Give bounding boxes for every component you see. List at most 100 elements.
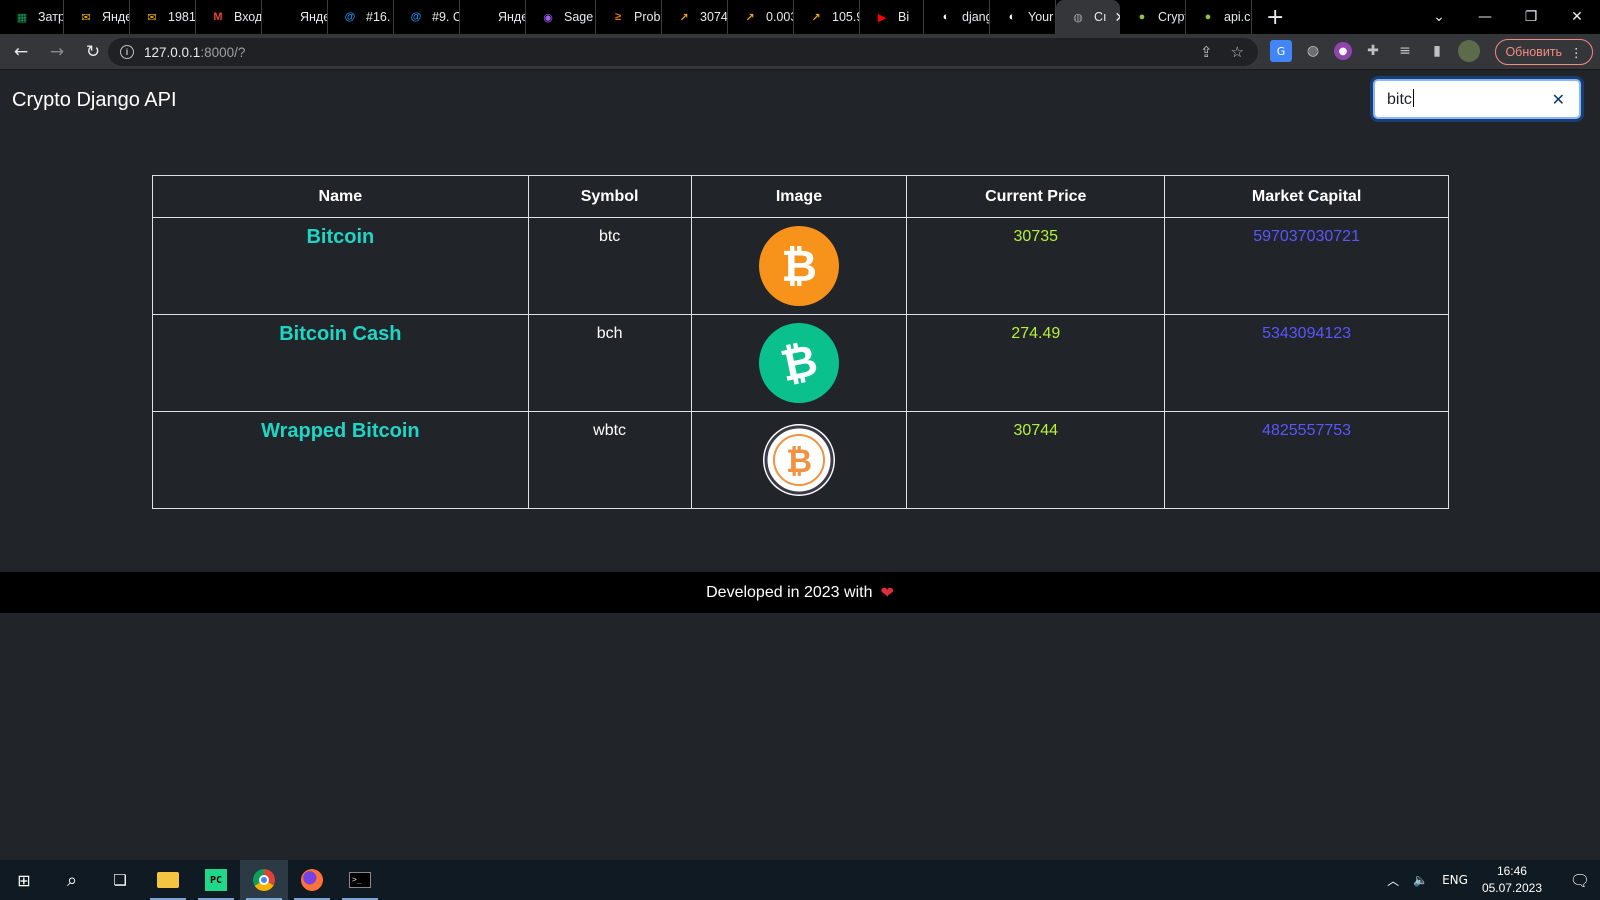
tab-label: 0.003 bbox=[766, 10, 793, 24]
volume-icon[interactable]: 🔈 bbox=[1413, 873, 1428, 887]
tab-label: 1981 bbox=[168, 10, 196, 24]
browser-tab[interactable]: ● api.cc bbox=[1186, 0, 1252, 34]
browser-tab[interactable]: ◍Cı✕ bbox=[1056, 0, 1120, 34]
browser-tab[interactable]: ● Crypt bbox=[1120, 0, 1186, 34]
forward-button[interactable]: → bbox=[42, 42, 72, 62]
tab-strip: ▦ Затра ✉ Яндек ✉ 1981 M Входя ∩ Яндек @ #16. (@ #9.… bbox=[0, 0, 1252, 34]
crypto-table: Name Symbol Image Current Price Market C… bbox=[152, 175, 1449, 509]
tab-label: djang bbox=[962, 10, 990, 24]
side-panel-icon[interactable]: ▮ bbox=[1426, 40, 1448, 62]
google-sheets-icon: ▦ bbox=[16, 11, 28, 24]
col-current-price: Current Price bbox=[906, 175, 1166, 218]
tab-label: Яндек bbox=[300, 10, 327, 24]
language-indicator[interactable]: ENG bbox=[1442, 873, 1468, 887]
profile-avatar[interactable] bbox=[1458, 40, 1480, 62]
browser-tab[interactable]: ∩ Яндек bbox=[262, 0, 328, 34]
sage-icon: ◉ bbox=[543, 11, 553, 24]
address-bar[interactable]: i 127.0.0.1 :8000/? ⇪ ☆ bbox=[108, 38, 1258, 66]
close-window-button[interactable]: ✕ bbox=[1554, 9, 1600, 25]
coin-symbol: btc bbox=[527, 217, 692, 315]
browser-tab[interactable]: ↗ 0.003 bbox=[728, 0, 794, 34]
footer-text: Developed in 2023 with bbox=[706, 583, 873, 601]
start-button[interactable]: ⊞ bbox=[0, 860, 48, 900]
tab-label: #9. С bbox=[432, 10, 460, 24]
reload-button[interactable]: ↻ bbox=[78, 42, 108, 62]
browser-tab[interactable]: ▦ Затра bbox=[0, 0, 64, 34]
table-row: Bitcoin Cash bch ₿ 274.49 5343094123 bbox=[152, 314, 1449, 412]
coin-name-link[interactable]: Bitcoin bbox=[152, 217, 529, 315]
task-view-icon[interactable]: ❏ bbox=[96, 860, 144, 900]
window-controls: ⌄ — ❐ ✕ bbox=[1416, 0, 1600, 34]
search-icon[interactable]: ⌕ bbox=[48, 860, 96, 900]
navbar-brand[interactable]: Crypto Django API bbox=[12, 89, 177, 112]
browser-tab[interactable]: ↗ 3074 bbox=[662, 0, 728, 34]
extensions-puzzle-icon[interactable]: ✚ bbox=[1362, 40, 1384, 62]
minimize-button[interactable]: — bbox=[1462, 9, 1508, 25]
system-tray: ︿ 🔈 ENG 16:46 05.07.2023 🗨 bbox=[1387, 860, 1600, 900]
globe-extension-icon[interactable]: ◍ bbox=[1302, 40, 1324, 62]
yandex-icon: ∩ bbox=[478, 11, 486, 23]
share-icon[interactable]: ⇪ bbox=[1200, 43, 1213, 61]
browser-tab[interactable]: @ #16. ( bbox=[328, 0, 394, 34]
browser-tab[interactable]: @ #9. С bbox=[394, 0, 460, 34]
tab-label: Crypt bbox=[1158, 10, 1186, 24]
col-name: Name bbox=[152, 175, 529, 218]
reading-list-icon[interactable]: ≡ bbox=[1394, 40, 1416, 62]
pycharm-icon[interactable]: PC bbox=[192, 860, 240, 900]
site-info-icon[interactable]: i bbox=[120, 45, 134, 59]
terminal-icon[interactable]: >_ bbox=[336, 860, 384, 900]
col-image: Image bbox=[690, 175, 908, 218]
clock[interactable]: 16:46 05.07.2023 bbox=[1482, 863, 1542, 897]
vpn-extension-icon[interactable]: ● bbox=[1334, 42, 1352, 60]
browser-tab[interactable]: ▶ Bi bbox=[860, 0, 924, 34]
firefox-icon[interactable] bbox=[288, 860, 336, 900]
at-sign-icon: @ bbox=[410, 11, 422, 23]
coin-market-cap: 4825557753 bbox=[1164, 411, 1449, 509]
chart-up-icon: ↗ bbox=[679, 11, 689, 24]
tab-label: Sage bbox=[564, 10, 594, 24]
coin-image-cell: ₿ bbox=[690, 314, 908, 412]
browser-tab[interactable]: ◉ Sage bbox=[526, 0, 596, 34]
file-explorer-icon[interactable] bbox=[144, 860, 192, 900]
coin-symbol: wbtc bbox=[527, 411, 692, 509]
url-host: 127.0.0.1 bbox=[144, 44, 201, 60]
clear-search-icon[interactable]: ✕ bbox=[1552, 90, 1565, 110]
show-hidden-icons[interactable]: ︿ bbox=[1387, 872, 1399, 889]
page-footer: Developed in 2023 with ❤ bbox=[0, 572, 1600, 613]
browser-tab[interactable]: ✉ Яндек bbox=[64, 0, 130, 34]
menu-dots-icon[interactable]: ⋮ bbox=[1570, 45, 1583, 60]
chart-up-icon: ↗ bbox=[745, 11, 755, 24]
search-value: bitc bbox=[1387, 91, 1412, 108]
update-browser-button[interactable]: Обновить ⋮ bbox=[1495, 39, 1593, 65]
search-input[interactable]: bitc ✕ bbox=[1373, 79, 1581, 119]
tab-label: Cı bbox=[1094, 10, 1107, 24]
bitcoin-cash-logo-icon: ₿ bbox=[758, 323, 839, 403]
url-path: :8000/? bbox=[200, 44, 246, 60]
browser-tab-bar: ▦ Затра ✉ Яндек ✉ 1981 M Входя ∩ Яндек @ #16. (@ #9.… bbox=[0, 0, 1600, 34]
chrome-icon[interactable] bbox=[240, 860, 288, 900]
tab-label: 105.9 bbox=[832, 10, 859, 24]
coin-name-link[interactable]: Wrapped Bitcoin bbox=[152, 411, 529, 509]
coin-name-link[interactable]: Bitcoin Cash bbox=[152, 314, 529, 412]
tab-label: Bi bbox=[898, 10, 910, 24]
bitcoin-logo-icon: ₿ bbox=[758, 226, 839, 306]
tab-search-icon[interactable]: ⌄ bbox=[1416, 9, 1462, 25]
browser-tab[interactable]: ≥ Probl bbox=[596, 0, 662, 34]
bookmark-star-icon[interactable]: ☆ bbox=[1231, 43, 1244, 61]
browser-tab[interactable]: M Входя bbox=[196, 0, 262, 34]
browser-tab[interactable]: ✉ 1981 bbox=[130, 0, 196, 34]
browser-tab[interactable]: ◐ Your bbox=[990, 0, 1056, 34]
notifications-icon[interactable]: 🗨 bbox=[1560, 871, 1600, 890]
restore-button[interactable]: ❐ bbox=[1508, 9, 1554, 25]
translate-icon[interactable]: G bbox=[1270, 40, 1292, 62]
update-label: Обновить bbox=[1505, 45, 1563, 59]
github-icon: ◐ bbox=[942, 11, 950, 23]
browser-tab[interactable]: ↗ 105.9 bbox=[794, 0, 860, 34]
svg-text:₿: ₿ bbox=[781, 241, 817, 292]
tab-label: Яндек bbox=[498, 10, 525, 24]
tab-label: 3074 bbox=[700, 10, 728, 24]
browser-tab[interactable]: ◐ djang bbox=[924, 0, 990, 34]
new-tab-button[interactable]: + bbox=[1266, 5, 1284, 30]
browser-tab[interactable]: ∩ Яндек bbox=[460, 0, 526, 34]
back-button[interactable]: ← bbox=[6, 42, 36, 62]
